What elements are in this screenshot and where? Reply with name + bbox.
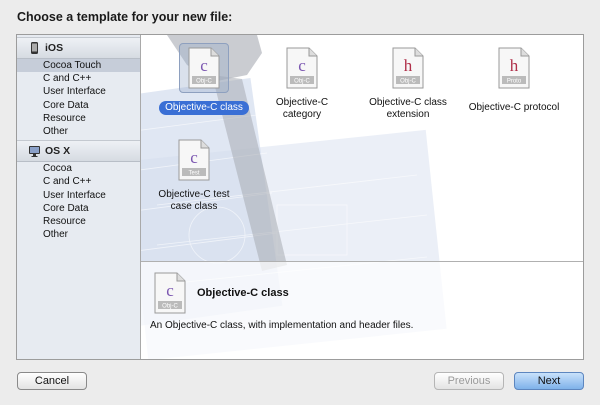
template-detail-pane: c Obj-C Objective-C class An Objective-C… bbox=[141, 262, 583, 359]
template-objc-protocol[interactable]: h Proto Objective-C protocol bbox=[459, 43, 569, 115]
sidebar-item-ios-resource[interactable]: Resource bbox=[17, 112, 140, 125]
dialog-title: Choose a template for your new file: bbox=[17, 10, 233, 24]
sidebar-item-osx-resource[interactable]: Resource bbox=[17, 215, 140, 228]
sidebar-section-label: OS X bbox=[45, 145, 71, 158]
template-label: Objective-C class bbox=[159, 101, 249, 115]
objc-category-file-icon: c Obj-C bbox=[286, 47, 318, 89]
sidebar-section-label: iOS bbox=[45, 42, 64, 54]
sidebar-section-ios[interactable]: iOS bbox=[17, 37, 140, 59]
svg-text:c: c bbox=[166, 281, 174, 300]
sidebar-item-ios-user-interface[interactable]: User Interface bbox=[17, 85, 140, 98]
iphone-icon bbox=[31, 42, 38, 54]
sidebar-item-cocoa[interactable]: Cocoa bbox=[17, 162, 140, 175]
objc-class-file-icon: c Obj-C bbox=[154, 272, 186, 314]
svg-text:c: c bbox=[200, 56, 208, 75]
detail-description: An Objective-C class, with implementatio… bbox=[150, 320, 414, 331]
svg-text:h: h bbox=[404, 56, 413, 75]
badge-text: Proto bbox=[507, 79, 522, 85]
template-label: Objective-C category bbox=[275, 97, 329, 120]
template-label: Objective-C class extension bbox=[369, 97, 447, 120]
objc-protocol-file-icon: h Proto bbox=[498, 47, 530, 89]
template-objc-class-extension[interactable]: h Obj-C Objective-C class extension bbox=[353, 43, 463, 122]
detail-title: Objective-C class bbox=[197, 287, 289, 299]
sidebar-item-osx-core-data[interactable]: Core Data bbox=[17, 202, 140, 215]
badge-text: Obj-C bbox=[196, 79, 212, 85]
sidebar-item-ios-other[interactable]: Other bbox=[17, 125, 140, 138]
template-objc-class[interactable]: c Obj-C Objective-C class bbox=[149, 43, 259, 115]
template-category-sidebar: iOS Cocoa Touch C and C++ User Interface… bbox=[17, 35, 141, 359]
sidebar-item-cocoa-touch[interactable]: Cocoa Touch bbox=[17, 59, 140, 73]
sidebar-section-osx[interactable]: OS X bbox=[17, 140, 140, 163]
svg-text:c: c bbox=[298, 56, 306, 75]
sidebar-item-ios-core-data[interactable]: Core Data bbox=[17, 99, 140, 112]
sidebar-item-osx-user-interface[interactable]: User Interface bbox=[17, 189, 140, 202]
template-label: Objective-C protocol bbox=[468, 102, 560, 113]
cancel-button[interactable]: Cancel bbox=[17, 372, 87, 390]
objc-class-file-icon: c Obj-C bbox=[188, 47, 220, 89]
next-button[interactable]: Next bbox=[514, 372, 584, 390]
badge-text: Obj-C bbox=[162, 304, 178, 310]
svg-text:h: h bbox=[510, 56, 519, 75]
template-label: Objective-C test case class bbox=[158, 189, 230, 212]
objc-extension-file-icon: h Obj-C bbox=[392, 47, 424, 89]
badge-text: Obj-C bbox=[400, 79, 416, 85]
sidebar-item-ios-c-and-cpp[interactable]: C and C++ bbox=[17, 72, 140, 85]
template-chooser-frame: iOS Cocoa Touch C and C++ User Interface… bbox=[16, 34, 584, 360]
badge-text: Test bbox=[188, 171, 199, 177]
svg-text:c: c bbox=[190, 148, 198, 167]
sidebar-item-osx-other[interactable]: Other bbox=[17, 228, 140, 241]
mac-icon bbox=[29, 146, 40, 158]
sidebar-item-osx-c-and-cpp[interactable]: C and C++ bbox=[17, 175, 140, 188]
template-objc-category[interactable]: c Obj-C Objective-C category bbox=[247, 43, 357, 122]
objc-test-file-icon: c Test bbox=[178, 139, 210, 181]
previous-button[interactable]: Previous bbox=[434, 372, 504, 390]
template-objc-test-case-class[interactable]: c Test Objective-C test case class bbox=[139, 135, 249, 214]
badge-text: Obj-C bbox=[294, 79, 310, 85]
